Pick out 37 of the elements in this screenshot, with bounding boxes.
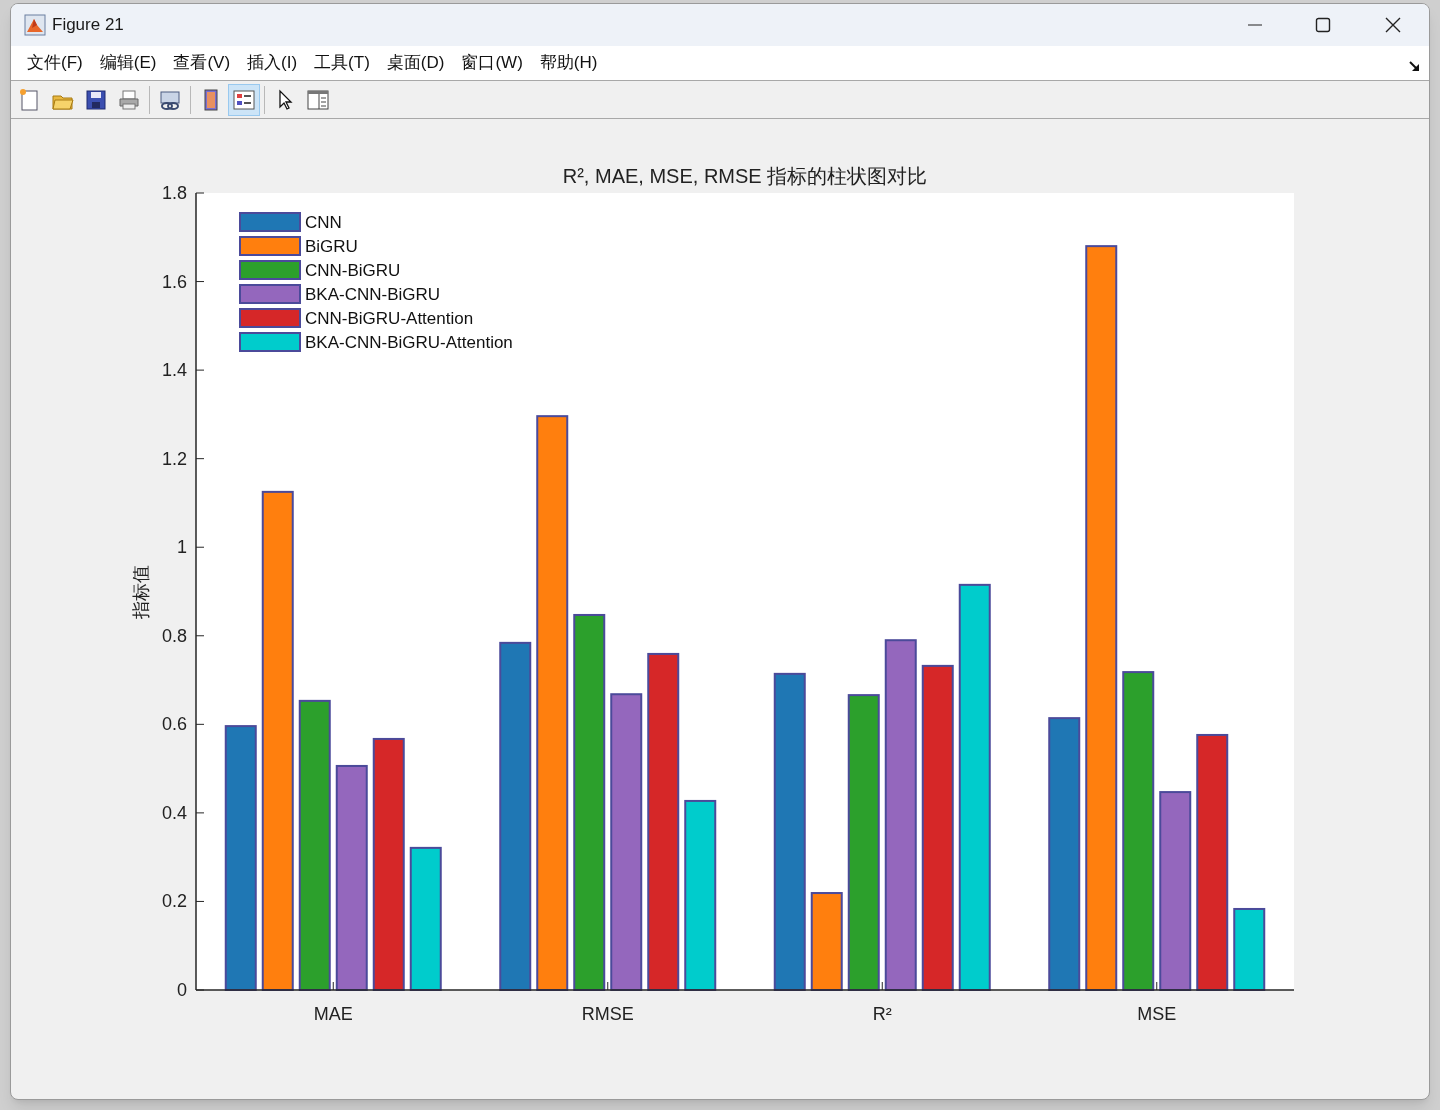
minimize-icon <box>1247 24 1263 26</box>
tick-label: 1.8 <box>161 183 187 203</box>
tick-label: 0.2 <box>161 891 187 912</box>
menu-item[interactable]: 文件(F) <box>19 49 91 77</box>
legend-label: CNN-BiGRU <box>305 261 401 280</box>
tick-label: R² <box>872 1004 892 1024</box>
tick-label: 0.4 <box>161 802 187 823</box>
tick-label: MSE <box>1137 1004 1177 1024</box>
tick-label: 0.6 <box>161 714 187 735</box>
menu-item[interactable]: 工具(T) <box>306 49 378 77</box>
tick-label: 1.4 <box>161 360 187 381</box>
menu-item[interactable]: 桌面(D) <box>378 49 453 77</box>
legend-label: CNN <box>305 213 342 232</box>
menu-item[interactable]: 插入(I) <box>239 49 306 77</box>
menu-item[interactable]: 查看(V) <box>165 49 239 77</box>
legend-icon[interactable] <box>228 83 260 116</box>
maximize-icon <box>1315 17 1331 33</box>
tick-label: RMSE <box>581 1004 634 1024</box>
chart-title: R², MAE, MSE, RMSE 指标的柱状图对比 <box>562 165 928 187</box>
window-title: Figure 21 <box>52 14 124 37</box>
close-icon <box>1385 17 1401 33</box>
menu-item[interactable]: 窗口(W) <box>453 49 531 77</box>
legend-label: BiGRU <box>305 237 358 256</box>
legend-label: BKA-CNN-BiGRU-Attention <box>305 333 513 352</box>
tick-label: 0 <box>177 980 187 1000</box>
legend-label: BKA-CNN-BiGRU <box>305 285 441 304</box>
dock-arrow-icon[interactable] <box>1409 60 1421 72</box>
tick-label: 1.2 <box>161 448 187 469</box>
tick-label: 0.8 <box>161 625 187 646</box>
tick-label: MAE <box>313 1004 353 1024</box>
menu-item[interactable]: 编辑(E) <box>91 49 165 77</box>
axis-label: 指标值 <box>131 564 151 619</box>
tick-label: 1 <box>177 537 187 558</box>
legend-label: CNN-BiGRU-Attention <box>305 309 474 328</box>
peak-logo-icon <box>24 14 46 36</box>
menu-item[interactable]: 帮助(H) <box>531 49 606 77</box>
tick-label: 1.6 <box>161 271 187 292</box>
